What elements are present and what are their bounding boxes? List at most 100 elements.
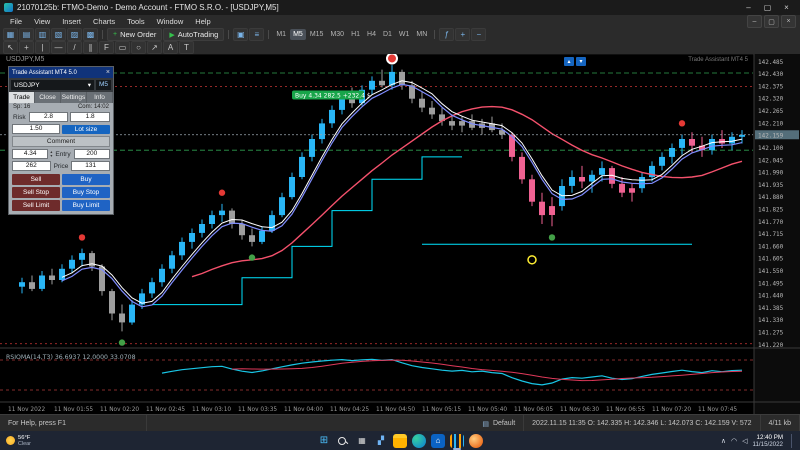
profiles-icon[interactable]: ▤	[19, 28, 34, 41]
new-order-button[interactable]: + New Order	[107, 28, 163, 41]
timeframe-h1[interactable]: H1	[348, 29, 363, 40]
risk-money-input[interactable]: 1.8	[70, 112, 111, 122]
fibonacci-icon[interactable]: F	[99, 41, 114, 54]
menu-view[interactable]: View	[28, 17, 56, 26]
horizontal-line-icon[interactable]: —	[51, 41, 66, 54]
menu-file[interactable]: File	[4, 17, 28, 26]
show-desktop-button[interactable]	[791, 433, 794, 448]
buy-limit-button[interactable]: Buy Limit	[62, 200, 110, 211]
lot-size-button[interactable]: Lot size	[62, 124, 110, 134]
crosshair-icon[interactable]: +	[19, 41, 34, 54]
candle-body	[259, 230, 265, 242]
clock-date: 11/15/2022	[752, 440, 783, 448]
risk-percent-input[interactable]: 2.8	[28, 112, 69, 122]
text-icon[interactable]: A	[163, 41, 178, 54]
candle-body	[629, 188, 635, 193]
timeframe-m15[interactable]: M15	[307, 29, 327, 40]
menu-window[interactable]: Window	[151, 17, 190, 26]
volume-icon[interactable]: ◁	[742, 437, 747, 445]
timeframe-mn[interactable]: MN	[413, 29, 430, 40]
lot-stepper[interactable]: ▴ ▾	[50, 150, 52, 158]
symbol-select[interactable]: USDJPY ▾	[11, 80, 94, 90]
child-close-button[interactable]: ×	[781, 15, 796, 28]
tab-info[interactable]: Info	[87, 92, 113, 103]
edge-icon[interactable]	[412, 433, 426, 448]
navigator-icon[interactable]: ▨	[67, 28, 82, 41]
maximize-button[interactable]: ▢	[758, 0, 777, 15]
price-label: 142.265	[758, 108, 784, 115]
minimize-button[interactable]: –	[739, 0, 758, 15]
comment-button[interactable]: Comment	[12, 136, 110, 147]
lot-input[interactable]: 4.34	[12, 149, 49, 159]
timeframe-m30[interactable]: M30	[327, 29, 347, 40]
chart-canvas[interactable]: 142.485 142.430 142.375 142.320 142.265 142.2…	[0, 54, 800, 414]
depth-of-market-icon[interactable]: ≡	[249, 28, 265, 41]
taskbar-clock[interactable]: 12:40 PM 11/15/2022	[752, 434, 783, 448]
wifi-icon[interactable]: ◠	[731, 437, 737, 445]
buy-stop-button[interactable]: Buy Stop	[62, 187, 110, 198]
stoploss-input[interactable]: 262	[12, 161, 51, 171]
menu-charts[interactable]: Charts	[87, 17, 121, 26]
menu-tools[interactable]: Tools	[121, 17, 151, 26]
candle-body	[579, 177, 585, 182]
indicators-icon[interactable]: ƒ	[439, 28, 455, 41]
close-button[interactable]: ×	[777, 0, 796, 15]
data-window-icon[interactable]: ▧	[51, 28, 66, 41]
task-view-icon[interactable]: ▦	[355, 434, 369, 448]
vertical-line-icon[interactable]: |	[35, 41, 50, 54]
trendline-icon[interactable]: /	[67, 41, 82, 54]
child-minimize-button[interactable]: –	[747, 15, 762, 28]
market-watch-icon[interactable]: ▥	[35, 28, 50, 41]
menu-help[interactable]: Help	[189, 17, 216, 26]
sell-stop-button[interactable]: Sell Stop	[12, 187, 60, 198]
tab-settings[interactable]: Settings	[61, 92, 87, 103]
file-explorer-icon[interactable]	[393, 433, 407, 448]
menu-insert[interactable]: Insert	[56, 17, 87, 26]
timeframe-d1[interactable]: D1	[380, 29, 395, 40]
lot-preset-input[interactable]: 1.50	[12, 124, 60, 134]
zoom-out-icon[interactable]: −	[471, 28, 487, 41]
candle-body	[249, 235, 255, 242]
label-icon[interactable]: T	[179, 41, 194, 54]
chart-autoscroll-button[interactable]: ▾	[576, 57, 586, 66]
zoom-in-icon[interactable]: +	[455, 28, 471, 41]
tab-close[interactable]: Close	[35, 92, 61, 103]
search-icon[interactable]	[336, 434, 350, 448]
store-icon[interactable]: ⌂	[431, 433, 445, 448]
rectangle-icon[interactable]: ▭	[115, 41, 130, 54]
candle-body	[129, 304, 135, 323]
channel-icon[interactable]: ∥	[83, 41, 98, 54]
buy-button[interactable]: Buy	[62, 174, 110, 185]
widgets-icon[interactable]: ▞	[374, 434, 388, 448]
profile-selector[interactable]: ▤ Default	[474, 415, 525, 432]
entry-input[interactable]: 200	[73, 149, 110, 159]
sell-limit-button[interactable]: Sell Limit	[12, 200, 60, 211]
start-icon[interactable]: ⊞	[317, 434, 331, 448]
timeframe-m5[interactable]: M5	[290, 29, 306, 40]
cursor-icon[interactable]: ↖	[3, 41, 18, 54]
takeprofit-input[interactable]: 131	[71, 161, 110, 171]
metatrader-icon[interactable]	[450, 433, 464, 450]
trade-assistant-header[interactable]: Trade Assistant MT4 5.0 ×	[9, 67, 113, 78]
timeframe-w1[interactable]: W1	[396, 29, 413, 40]
tab-trade[interactable]: Trade	[9, 92, 35, 103]
timeframe-m1[interactable]: M1	[273, 29, 289, 40]
arrow-icon[interactable]: ↗	[147, 41, 162, 54]
terminal-icon[interactable]: ▩	[83, 28, 98, 41]
ellipse-icon[interactable]: ○	[131, 41, 146, 54]
browser-icon[interactable]	[469, 433, 483, 448]
time-label: 11 Nov 04:00	[284, 407, 323, 413]
trade-assistant-close-icon[interactable]: ×	[106, 69, 110, 76]
tray-chevron-icon[interactable]: ∧	[721, 437, 726, 445]
child-restore-button[interactable]: ▢	[764, 15, 779, 28]
timeframe-h4[interactable]: H4	[364, 29, 379, 40]
chart-shift-button[interactable]: ▴	[564, 57, 574, 66]
weather-widget[interactable]: 56°F Clear	[6, 435, 31, 447]
time-label: 11 Nov 03:10	[192, 407, 231, 413]
sell-button[interactable]: Sell	[12, 174, 60, 185]
new-chart-icon[interactable]: ▦	[3, 28, 18, 41]
autotrading-button[interactable]: ▶ AutoTrading	[163, 28, 225, 41]
spinner-down-icon[interactable]: ▾	[50, 154, 52, 158]
candle-body	[189, 233, 195, 242]
strategy-tester-icon[interactable]: ▣	[233, 28, 249, 41]
